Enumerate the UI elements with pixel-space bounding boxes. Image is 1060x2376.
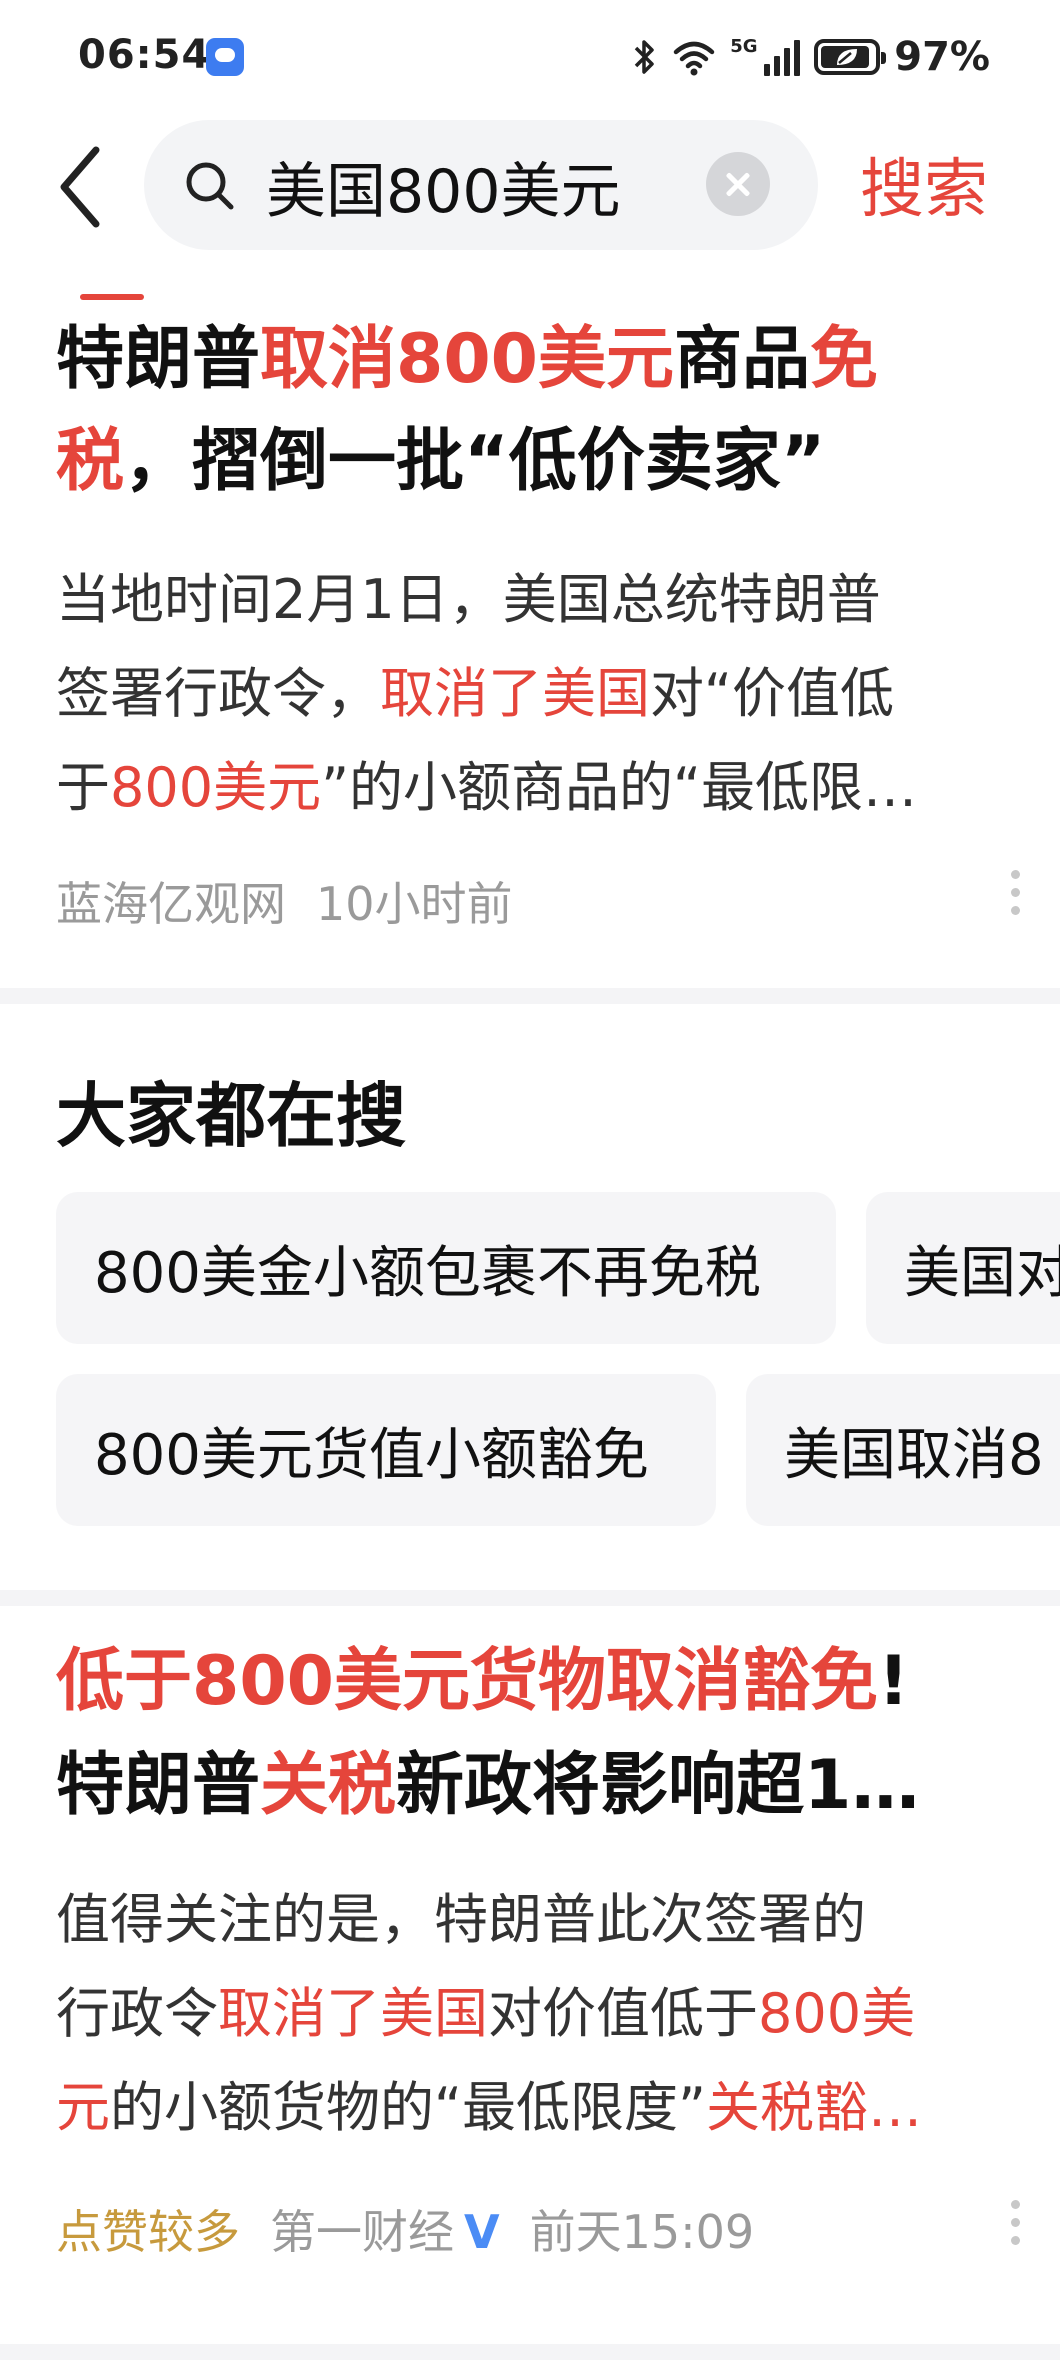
article-snippet-line: 行政令取消了美国对价值低于800美 xyxy=(56,1968,915,2060)
highlighted-text: 关税豁… xyxy=(705,2076,922,2139)
article-meta: 点赞较多 第一财经 V 前天15:09 xyxy=(56,2196,754,2262)
section-divider xyxy=(0,1590,1060,1606)
search-button[interactable]: 搜索 xyxy=(860,138,988,230)
article-title-line: 低于800美元货物取消豁免! xyxy=(56,1632,909,1732)
article-source-wrap: 第一财经 V xyxy=(270,2196,500,2262)
back-arrow-icon[interactable] xyxy=(52,142,112,232)
highlighted-text: 800美元 xyxy=(110,756,322,819)
article-snippet-line: 值得关注的是，特朗普此次签署的 xyxy=(56,1874,866,1966)
text-segment: 签署行政令， xyxy=(56,662,380,725)
highlighted-text: 取消了美国 xyxy=(218,1982,488,2045)
text-segment: 新政将影响超1… xyxy=(396,1746,920,1825)
status-bar: 06:54 5G 97% xyxy=(0,0,1060,116)
article-card[interactable]: 特朗普取消800美元商品免 税，摺倒一批“低价卖家” 当地时间2月1日，美国总统… xyxy=(0,300,1060,990)
section-divider xyxy=(0,2344,1060,2360)
text-segment: ，摺倒一批“低价卖家” xyxy=(124,422,826,501)
text-segment: 当地时间2月1日，美国总统特朗普 xyxy=(56,568,881,631)
article-source: 蓝海亿观网 xyxy=(56,877,286,931)
article-snippet-line: 于800美元”的小额商品的“最低限… xyxy=(56,742,917,834)
highlighted-text: 低于800美元货物取消豁免 xyxy=(56,1642,878,1721)
article-snippet-line: 签署行政令，取消了美国对“价值低 xyxy=(56,648,894,740)
article-source: 第一财经 xyxy=(270,2205,454,2259)
highlighted-text: 元 xyxy=(56,2076,110,2139)
text-segment: 对“价值低 xyxy=(650,662,894,725)
text-segment: 于 xyxy=(56,756,110,819)
hot-search-chip[interactable]: 800美元货值小额豁免 xyxy=(56,1374,716,1526)
hot-searches-title: 大家都在搜 xyxy=(56,1075,406,1157)
highlighted-text: 800美 xyxy=(758,1982,916,2045)
search-input[interactable] xyxy=(266,146,736,226)
article-card[interactable]: 低于800美元货物取消豁免! 特朗普关税新政将影响超1… 值得关注的是，特朗普此… xyxy=(0,1606,1060,2322)
text-segment: ”的小额商品的“最低限… xyxy=(321,756,918,819)
status-icons: 5G 97% xyxy=(632,34,990,80)
bluetooth-icon xyxy=(635,40,654,74)
popular-tag: 点赞较多 xyxy=(56,2205,240,2259)
hot-search-chip[interactable]: 美国取消8 xyxy=(746,1374,1060,1526)
article-snippet-line: 元的小额货物的“最低限度”关税豁… xyxy=(56,2062,922,2154)
article-title-line: 特朗普关税新政将影响超1… xyxy=(56,1736,919,1836)
more-options-icon[interactable] xyxy=(1008,2200,1022,2260)
text-segment: 对价值低于 xyxy=(488,1982,758,2045)
text-segment: 商品 xyxy=(673,320,810,399)
clear-icon[interactable] xyxy=(706,152,770,216)
text-segment: ! xyxy=(877,1642,909,1721)
article-meta: 蓝海亿观网 10小时前 xyxy=(56,868,513,934)
text-segment: 行政令 xyxy=(56,1982,218,2045)
verified-icon: V xyxy=(464,2205,500,2259)
text-segment: 的小额货物的“最低限度” xyxy=(110,2076,706,2139)
article-title-line: 特朗普取消800美元商品免 xyxy=(56,310,878,410)
search-box[interactable] xyxy=(144,120,818,250)
hot-search-chip[interactable]: 美国对 xyxy=(866,1192,1060,1344)
highlighted-text: 取消800美元 xyxy=(260,320,674,399)
article-snippet-line: 当地时间2月1日，美国总统特朗普 xyxy=(56,554,881,646)
article-time: 10小时前 xyxy=(316,877,513,931)
article-title-line: 税，摺倒一批“低价卖家” xyxy=(56,412,825,512)
signal-icon: 5G xyxy=(730,36,801,76)
text-segment: 特朗普 xyxy=(56,1746,261,1825)
search-icon xyxy=(186,162,234,210)
battery-percent: 97% xyxy=(894,34,990,80)
message-icon xyxy=(206,38,244,76)
text-segment: 值得关注的是，特朗普此次签署的 xyxy=(56,1888,866,1951)
section-divider xyxy=(0,988,1060,1004)
highlighted-text: 税 xyxy=(56,422,125,501)
article-time: 前天15:09 xyxy=(529,2205,755,2259)
text-segment: 特朗普 xyxy=(56,320,261,399)
highlighted-text: 关税 xyxy=(260,1746,397,1825)
status-time: 06:54 xyxy=(78,32,211,78)
battery-leaf-icon xyxy=(814,39,887,75)
wifi-icon xyxy=(674,41,715,76)
network-label: 5G xyxy=(730,36,758,57)
highlighted-text: 免 xyxy=(809,320,878,399)
more-options-icon[interactable] xyxy=(1008,870,1022,930)
hot-search-chip[interactable]: 800美金小额包裹不再免税 xyxy=(56,1192,836,1344)
highlighted-text: 取消了美国 xyxy=(380,662,650,725)
